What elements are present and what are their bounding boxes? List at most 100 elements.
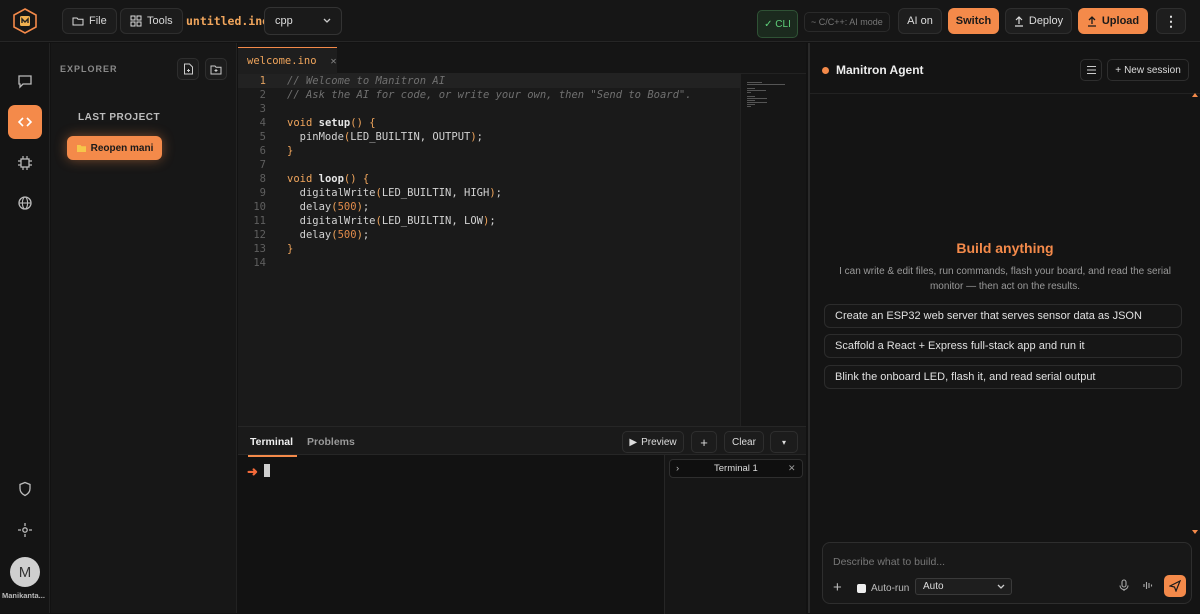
terminal-dropdown-icon[interactable]: ▾ — [770, 431, 798, 453]
chevron-right-icon: › — [676, 463, 680, 474]
current-filename[interactable]: untitled.ino — [186, 14, 269, 28]
line-number: 11 — [253, 215, 266, 227]
terminal-cursor[interactable] — [264, 464, 270, 477]
session-list-icon[interactable] — [1080, 59, 1102, 81]
new-session-button[interactable]: + New session — [1107, 59, 1189, 81]
switch-button[interactable]: Switch — [948, 8, 999, 34]
top-toolbar: File Tools untitled.ino cpp ✓ CLI ~ C/C+… — [0, 0, 1200, 42]
ai-toggle-button[interactable]: AI on — [898, 8, 942, 34]
agent-prompt-input[interactable]: Describe what to build... — [833, 556, 945, 568]
minimap-line — [747, 84, 786, 85]
line-number: 3 — [259, 103, 266, 115]
app-logo-icon[interactable] — [12, 8, 38, 34]
minimap-line — [747, 82, 762, 83]
microphone-icon[interactable] — [1119, 579, 1129, 592]
reopen-label: Reopen mani — [90, 142, 154, 154]
scroll-down-icon[interactable] — [1192, 530, 1198, 534]
code-line[interactable]: 5 pinMode(LED_BUILTIN, OUTPUT); — [238, 130, 740, 144]
shield-icon[interactable] — [8, 472, 42, 506]
clear-terminal-button[interactable]: Clear — [724, 431, 764, 453]
file-menu-label: File — [89, 15, 107, 27]
new-terminal-button[interactable]: + — [691, 431, 717, 453]
code-text: delay(500); — [287, 201, 370, 213]
code-line[interactable]: 4 void setup() { — [238, 116, 740, 130]
editor-tab-welcome[interactable]: welcome.ino ✕ — [238, 47, 337, 74]
code-line[interactable]: 1 // Welcome to Manitron AI — [238, 74, 740, 88]
editor-tab-bar: welcome.ino ✕ — [238, 43, 806, 74]
upload-icon — [1087, 15, 1097, 27]
close-icon[interactable]: ✕ — [788, 463, 796, 474]
agent-panel: Manitron Agent + New session Build anyth… — [808, 43, 1200, 613]
new-folder-icon[interactable] — [205, 58, 227, 80]
minimap-line — [747, 90, 766, 91]
language-value: cpp — [275, 15, 293, 27]
globe-icon[interactable] — [8, 186, 42, 220]
code-line[interactable]: 7 — [238, 158, 740, 172]
terminal-session-item[interactable]: › Terminal 1 ✕ — [669, 459, 803, 478]
chevron-down-icon — [323, 18, 331, 24]
editor-tab-label: welcome.ino — [247, 55, 317, 67]
terminal-panel: Terminal Problems ▶ Preview + Clear ▾ ➜ … — [238, 426, 806, 614]
scroll-up-icon[interactable] — [1192, 93, 1198, 97]
suggestion-item[interactable]: Blink the onboard LED, flash it, and rea… — [824, 365, 1182, 389]
chat-icon[interactable] — [8, 64, 42, 98]
code-line[interactable]: 10 delay(500); — [238, 200, 740, 214]
avatar[interactable]: M — [10, 557, 40, 587]
chip-icon[interactable] — [8, 146, 42, 180]
tools-menu-button[interactable]: Tools — [120, 8, 183, 34]
upload-button[interactable]: Upload — [1078, 8, 1148, 34]
last-project-heading: LAST PROJECT — [78, 112, 161, 123]
code-line[interactable]: 11 digitalWrite(LED_BUILTIN, LOW); — [238, 214, 740, 228]
new-file-icon[interactable] — [177, 58, 199, 80]
autorun-label: Auto-run — [871, 583, 910, 594]
code-line[interactable]: 2 // Ask the AI for code, or write your o… — [238, 88, 740, 102]
explorer-title: EXPLORER — [60, 64, 118, 74]
tools-grid-icon — [130, 15, 142, 27]
code-text: } — [287, 243, 294, 255]
code-text: digitalWrite(LED_BUILTIN, LOW); — [287, 215, 496, 227]
play-icon: ▶ — [629, 436, 638, 448]
attach-plus-icon[interactable]: + — [833, 579, 842, 596]
more-options-icon[interactable]: ⋮ — [1156, 8, 1186, 34]
minimap-line — [747, 100, 755, 101]
tab-problems[interactable]: Problems — [307, 436, 355, 448]
send-icon[interactable] — [1164, 575, 1186, 597]
code-area[interactable]: 1 // Welcome to Manitron AI 2 // Ask the AI… — [238, 74, 740, 426]
code-editor-icon[interactable] — [8, 105, 42, 139]
code-line[interactable]: 8 void loop() { — [238, 172, 740, 186]
cli-status-badge[interactable]: ✓ CLI — [757, 10, 798, 38]
autorun-checkbox[interactable] — [857, 584, 866, 593]
line-number: 2 — [259, 89, 266, 101]
terminal-prompt: ➜ — [247, 464, 258, 479]
code-line[interactable]: 6} — [238, 144, 740, 158]
waveform-icon[interactable] — [1142, 579, 1154, 592]
preview-button[interactable]: ▶ Preview — [622, 431, 684, 453]
new-session-label: New session — [1124, 64, 1181, 76]
tab-terminal[interactable]: Terminal — [248, 436, 297, 457]
deploy-button[interactable]: Deploy — [1005, 8, 1072, 34]
language-select[interactable]: cpp — [264, 7, 342, 35]
file-menu-button[interactable]: File — [62, 8, 117, 34]
crosshair-icon[interactable] — [8, 513, 42, 547]
suggestion-item[interactable]: Scaffold a React + Express full-stack ap… — [824, 334, 1182, 358]
close-icon[interactable]: ✕ — [331, 56, 337, 67]
agent-subtitle: I can write & edit files, run commands, … — [839, 266, 1171, 292]
minimap-line — [747, 104, 755, 105]
suggestion-item[interactable]: Create an ESP32 web server that serves s… — [824, 304, 1182, 328]
model-select[interactable]: Auto — [915, 578, 1012, 595]
code-line[interactable]: 13} — [238, 242, 740, 256]
minimap-line — [747, 88, 756, 89]
code-text: // Welcome to Manitron AI — [287, 75, 446, 87]
ai-mode-indicator: ~ C/C++: AI mode — [804, 12, 890, 32]
line-number: 14 — [253, 257, 266, 269]
code-text: // Ask the AI for code, or write your ow… — [287, 89, 692, 101]
reopen-project-button[interactable]: Reopen mani — [67, 136, 162, 160]
code-line[interactable]: 9 digitalWrite(LED_BUILTIN, HIGH); — [238, 186, 740, 200]
code-line[interactable]: 12 delay(500); — [238, 228, 740, 242]
code-line[interactable]: 14 — [238, 256, 740, 270]
terminal-session-list: › Terminal 1 ✕ — [664, 455, 806, 614]
minimap[interactable] — [740, 74, 806, 426]
line-number: 5 — [259, 131, 266, 143]
line-number: 7 — [259, 159, 266, 171]
code-line[interactable]: 3 — [238, 102, 740, 116]
